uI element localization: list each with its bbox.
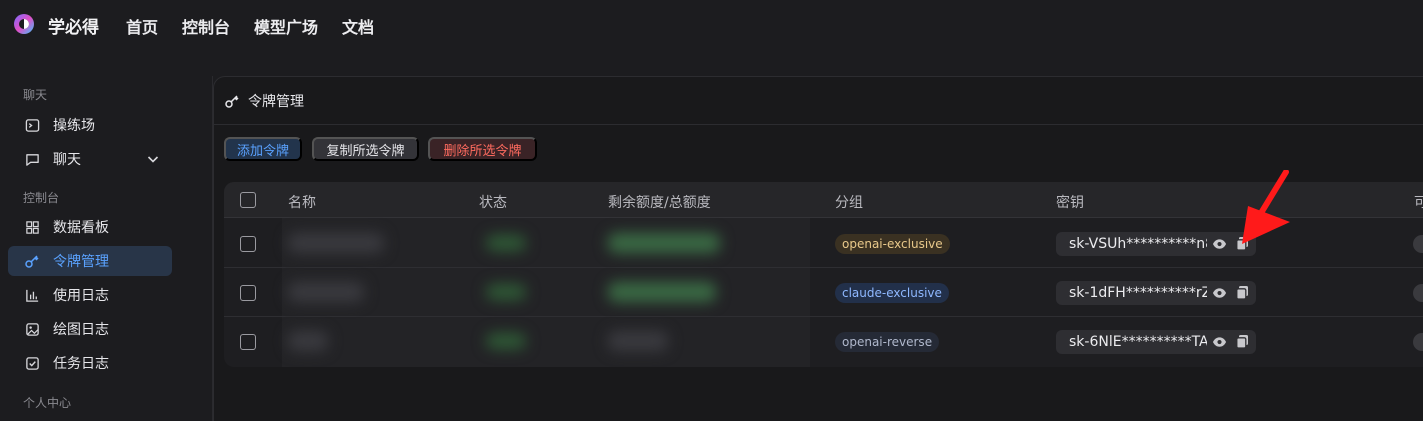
redacted-status <box>486 284 526 300</box>
dashboard-icon <box>24 219 40 235</box>
redacted-quota <box>608 331 668 351</box>
image-icon <box>24 321 40 337</box>
sidebar-item-dashboard[interactable]: 数据看板 <box>8 212 172 242</box>
sidebar-group-personal: 个人中心 <box>23 396 72 410</box>
group-tag: openai-exclusive <box>835 234 950 254</box>
column-header-group[interactable]: 分组 <box>835 192 863 212</box>
sidebar-item-label: 数据看板 <box>53 220 109 236</box>
group-tag: openai-reverse <box>835 332 940 352</box>
eye-icon[interactable] <box>1212 286 1227 300</box>
enable-toggle[interactable] <box>1413 333 1423 351</box>
row-checkbox[interactable] <box>240 285 256 301</box>
key-icon <box>225 95 239 108</box>
red-arrow-annotation <box>1242 170 1290 244</box>
sidebar-group-console: 控制台 <box>23 191 60 205</box>
enable-toggle[interactable] <box>1413 235 1423 253</box>
copy-selected-tokens-button[interactable]: 复制所选令牌 <box>312 137 419 161</box>
app-logo-icon[interactable] <box>12 12 36 36</box>
redacted-name <box>288 233 384 253</box>
sidebar-item-token-management[interactable]: 令牌管理 <box>8 246 172 276</box>
sidebar-item-label: 使用日志 <box>53 288 109 304</box>
chat-icon <box>24 151 40 167</box>
redacted-status <box>486 333 526 349</box>
sidebar-item-label: 操练场 <box>53 118 95 134</box>
redacted-name <box>288 282 364 302</box>
nav-console[interactable]: 控制台 <box>182 14 230 38</box>
sidebar-item-label: 聊天 <box>53 152 81 168</box>
sidebar-item-chat[interactable]: 聊天 <box>8 144 172 174</box>
sidebar-item-label: 令牌管理 <box>53 254 109 270</box>
nav-model-plaza[interactable]: 模型广场 <box>254 14 318 38</box>
page-title: 令牌管理 <box>248 94 304 110</box>
redacted-quota <box>608 282 716 302</box>
key-icon <box>24 253 40 269</box>
redacted-name <box>288 331 328 351</box>
panel-header: 令牌管理 <box>224 91 304 111</box>
brand-name[interactable]: 学必得 <box>48 13 99 38</box>
top-navbar: 学必得 首页 控制台 模型广场 文档 <box>0 0 1423 50</box>
table-row[interactable]: claude-exclusive sk-1dFH**********rZV <box>224 268 1423 317</box>
column-header-quota[interactable]: 剩余额度/总额度 <box>608 192 711 212</box>
eye-icon[interactable] <box>1212 237 1227 251</box>
sidebar-item-drawing-log[interactable]: 绘图日志 <box>8 314 172 344</box>
sidebar-item-label: 任务日志 <box>53 356 109 372</box>
key-field: sk-VSUh**********n8 <box>1056 232 1256 256</box>
copy-icon[interactable] <box>1236 285 1249 300</box>
redacted-status <box>486 235 526 251</box>
add-token-button[interactable]: 添加令牌 <box>224 137 302 161</box>
bar-chart-icon <box>24 287 40 303</box>
column-header-name[interactable]: 名称 <box>288 192 316 212</box>
column-header-available[interactable]: 可 <box>1414 192 1423 212</box>
row-checkbox[interactable] <box>240 236 256 252</box>
chevron-down-icon[interactable] <box>146 152 160 166</box>
row-checkbox[interactable] <box>240 334 256 350</box>
sidebar-item-task-log[interactable]: 任务日志 <box>8 348 172 378</box>
nav-docs[interactable]: 文档 <box>342 14 374 38</box>
copy-icon[interactable] <box>1236 334 1249 349</box>
sidebar-item-usage-log[interactable]: 使用日志 <box>8 280 172 310</box>
select-all-checkbox[interactable] <box>240 192 256 208</box>
group-tag: claude-exclusive <box>835 283 949 303</box>
eye-icon[interactable] <box>1212 335 1227 349</box>
table-row[interactable]: openai-reverse sk-6NlE**********TAF <box>224 317 1423 366</box>
panel-divider <box>214 124 1423 125</box>
sidebar-item-label: 绘图日志 <box>53 322 109 338</box>
checkbox-icon <box>24 355 40 371</box>
column-header-key[interactable]: 密钥 <box>1056 192 1084 212</box>
sidebar-item-playground[interactable]: 操练场 <box>8 110 172 140</box>
nav-home[interactable]: 首页 <box>126 14 158 38</box>
key-field: sk-6NlE**********TAF <box>1056 330 1256 354</box>
key-value: sk-1dFH**********rZV <box>1069 285 1207 301</box>
delete-selected-tokens-button[interactable]: 删除所选令牌 <box>428 137 537 161</box>
column-header-status[interactable]: 状态 <box>479 192 507 212</box>
key-value: sk-VSUh**********n8 <box>1069 236 1207 252</box>
redacted-quota <box>608 233 720 253</box>
key-value: sk-6NlE**********TAF <box>1069 334 1207 350</box>
key-field: sk-1dFH**********rZV <box>1056 281 1256 305</box>
terminal-icon <box>24 117 40 133</box>
enable-toggle[interactable] <box>1413 284 1423 302</box>
sidebar-group-chat: 聊天 <box>23 88 48 102</box>
